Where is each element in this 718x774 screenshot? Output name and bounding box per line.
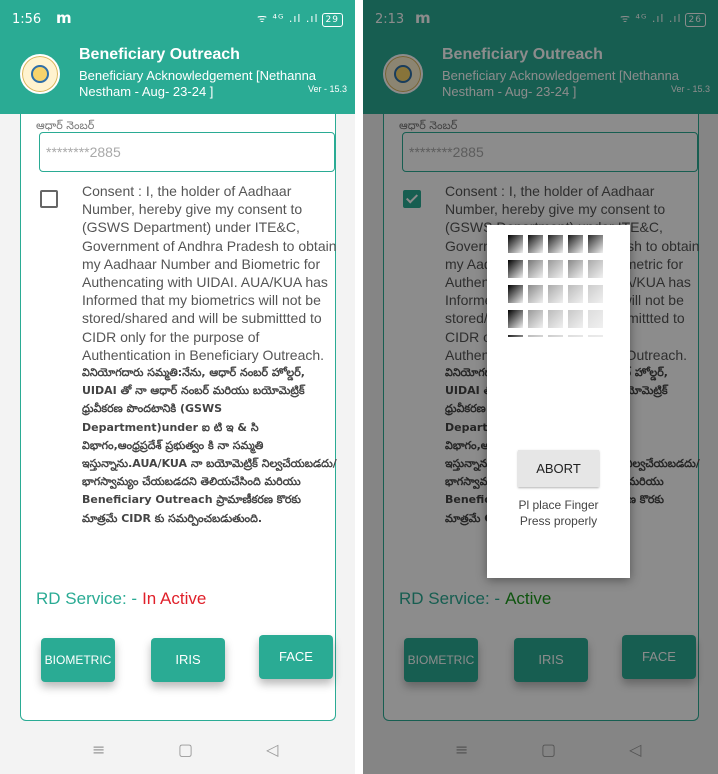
fingerprint-tile <box>528 285 543 303</box>
consent-telugu: వినియోగదారు సమ్మతి:నేను, ఆధార్ నంబర్ హోల… <box>82 366 337 525</box>
face-button[interactable]: FACE <box>259 635 333 679</box>
abort-button[interactable]: ABORT <box>518 450 599 487</box>
fingerprint-tile <box>528 310 543 328</box>
fingerprint-tile <box>568 335 583 337</box>
fingerprint-tile <box>548 335 563 337</box>
ap-emblem-logo <box>20 54 60 94</box>
menu-icon[interactable]: ≡ <box>92 740 105 759</box>
fingerprint-tile <box>508 235 523 253</box>
fingerprint-tile <box>568 310 583 328</box>
fingerprint-tile <box>528 335 543 337</box>
finger-instruction: Pl place Finger Press properly <box>518 498 599 528</box>
back-icon[interactable]: ◁ <box>266 740 278 759</box>
fingerprint-tile <box>528 260 543 278</box>
status-time: 1:56 <box>12 12 42 27</box>
battery-icon: 29 <box>321 13 343 27</box>
fingerprint-tile <box>508 260 523 278</box>
rd-service-state: In Active <box>142 589 207 608</box>
fingerprint-tile <box>568 260 583 278</box>
fingerprint-tile <box>548 310 563 328</box>
app-title: Beneficiary Outreach <box>79 46 240 63</box>
fingerprint-preview-icon <box>508 235 604 337</box>
fingerprint-tile <box>548 260 563 278</box>
fingerprint-tile <box>588 335 603 337</box>
fingerprint-tile <box>588 285 603 303</box>
rd-service-status: RD Service: - In Active <box>36 589 206 609</box>
fingerprint-tile <box>508 285 523 303</box>
consent-checkbox[interactable] <box>40 190 58 208</box>
fingerprint-tile <box>508 310 523 328</box>
biometric-button[interactable]: BIOMETRIC <box>41 638 115 682</box>
phone-screen-right: 2:13 m ᯤ ⁴ᴳ .ıl .ıl 26 Beneficiary Outrea… <box>363 0 718 774</box>
phone-screen-left: 1:56 m ᯤ ⁴ᴳ .ıl .ıl 29 Beneficiary Outrea… <box>0 0 355 774</box>
fingerprint-tile <box>508 335 523 337</box>
fingerprint-tile <box>528 235 543 253</box>
consent-text: Consent : I, the holder of Aadhaar Numbe… <box>82 182 340 528</box>
screenshot-pair: 1:56 m ᯤ ⁴ᴳ .ıl .ıl 29 Beneficiary Outrea… <box>0 0 718 774</box>
rd-service-label: RD Service: - <box>36 589 138 608</box>
fingerprint-tile <box>548 235 563 253</box>
fingerprint-tile <box>588 260 603 278</box>
fingerprint-tile <box>568 285 583 303</box>
fingerprint-capture-dialog: ABORT Pl place Finger Press properly <box>487 225 630 578</box>
aadhaar-input[interactable]: ********2885 <box>39 132 335 172</box>
consent-english: Consent : I, the holder of Aadhaar Numbe… <box>82 183 337 363</box>
app-version: Ver - 15.3 <box>307 84 347 94</box>
fingerprint-tile <box>588 310 603 328</box>
fingerprint-tile <box>568 235 583 253</box>
home-icon[interactable]: ▢ <box>178 740 193 759</box>
fingerprint-tile <box>548 285 563 303</box>
app-header: Beneficiary Outreach Beneficiary Acknowl… <box>0 38 355 114</box>
iris-button[interactable]: IRIS <box>151 638 225 682</box>
system-nav-bar: ≡ ▢ ◁ <box>0 730 355 774</box>
status-bar: 1:56 m ᯤ ⁴ᴳ .ıl .ıl 29 <box>0 0 355 38</box>
fingerprint-tile <box>588 235 603 253</box>
signal-icon: ᯤ ⁴ᴳ .ıl .ıl 29 <box>257 11 343 27</box>
carrier-icon: m <box>56 9 72 27</box>
